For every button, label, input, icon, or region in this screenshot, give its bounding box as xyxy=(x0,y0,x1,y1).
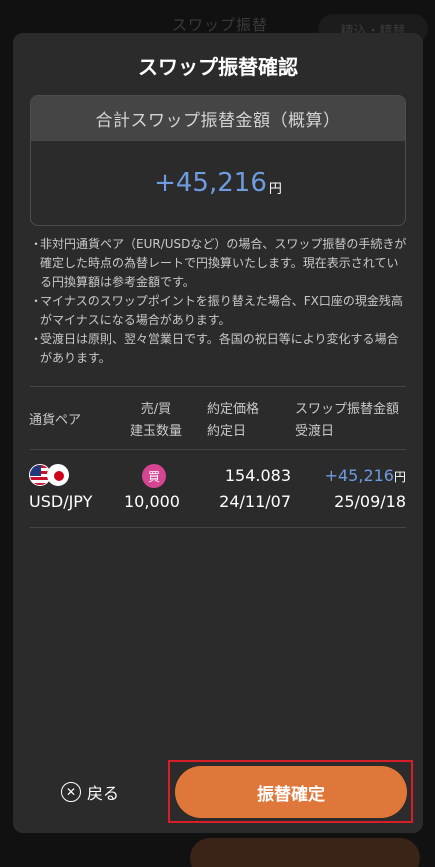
jpy-flag-icon xyxy=(47,464,69,486)
note-text: 非対円通貨ペア（EUR/USDなど）の場合、スワップ振替の手続きが確定した時点の… xyxy=(40,237,407,289)
note-item: ・ 受渡日は原則、翌々営業日です。各国の祝日等により変化する場合があります。 xyxy=(30,330,410,368)
row-quantity: 10,000 xyxy=(124,492,180,511)
header-swap-line1: スワップ振替金額 xyxy=(295,402,400,417)
back-button-label: 戻る xyxy=(87,784,120,803)
note-item: ・ 非対円通貨ペア（EUR/USDなど）の場合、スワップ振替の手続きが確定した時… xyxy=(30,235,410,292)
header-pair: 通貨ペア xyxy=(29,413,82,428)
note-text: 受渡日は原則、翌々営業日です。各国の祝日等により変化する場合があります。 xyxy=(40,332,399,365)
dialog-title: スワップ振替確認 xyxy=(138,55,298,79)
close-icon: ✕ xyxy=(61,782,81,802)
row-delivery-date: 25/09/18 xyxy=(334,492,406,511)
notes-list: ・ 非対円通貨ペア（EUR/USDなど）の場合、スワップ振替の手続きが確定した時… xyxy=(30,235,410,368)
header-price-line1: 約定価格 xyxy=(207,402,260,417)
note-bullet: ・ xyxy=(30,294,43,308)
header-price-line2: 約定日 xyxy=(207,424,247,439)
header-swap: スワップ振替金額 受渡日 xyxy=(295,399,399,443)
row-swap-amount: +45,216 xyxy=(324,466,394,485)
row-trade-date: 24/11/07 xyxy=(219,492,291,511)
note-item: ・ マイナスのスワップポイントを振り替えた場合、FX口座の現金残高がマイナスにな… xyxy=(30,292,410,330)
row-swap-unit: 円 xyxy=(393,470,406,484)
total-swap-box: 合計スワップ振替金額（概算） +45,216 円 xyxy=(30,95,406,226)
total-swap-unit: 円 xyxy=(268,181,282,197)
table-header-divider xyxy=(30,449,406,450)
table-bottom-divider xyxy=(30,527,406,528)
confirm-transfer-button[interactable]: 振替確定 xyxy=(175,766,407,818)
background-title: スワップ振替 xyxy=(172,16,269,34)
table-top-divider xyxy=(30,386,406,387)
total-swap-value-area: +45,216 円 xyxy=(31,141,405,225)
header-swap-line2: 受渡日 xyxy=(295,424,335,439)
header-side-line2: 建玉数量 xyxy=(129,424,182,439)
header-price: 約定価格 約定日 xyxy=(207,399,259,443)
row-price: 154.083 xyxy=(224,466,291,485)
total-swap-label: 合計スワップ振替金額（概算） xyxy=(31,96,405,141)
row-swap: +45,216円 xyxy=(293,463,406,490)
header-side-line1: 売/買 xyxy=(140,402,172,417)
row-pair: USD/JPY xyxy=(29,492,93,511)
header-side: 売/買 建玉数量 xyxy=(125,399,187,443)
background-button xyxy=(190,838,420,867)
back-button[interactable]: ✕ 戻る xyxy=(61,779,119,805)
note-bullet: ・ xyxy=(30,332,43,346)
buy-badge: 買 xyxy=(142,464,166,488)
swap-transfer-confirm-dialog: スワップ振替確認 合計スワップ振替金額（概算） +45,216 円 ・ 非対円通… xyxy=(13,33,423,833)
total-swap-value: +45,216 xyxy=(154,168,267,198)
note-bullet: ・ xyxy=(30,237,43,251)
currency-flags xyxy=(29,464,73,488)
note-text: マイナスのスワップポイントを振り替えた場合、FX口座の現金残高がマイナスになる場… xyxy=(40,294,403,327)
